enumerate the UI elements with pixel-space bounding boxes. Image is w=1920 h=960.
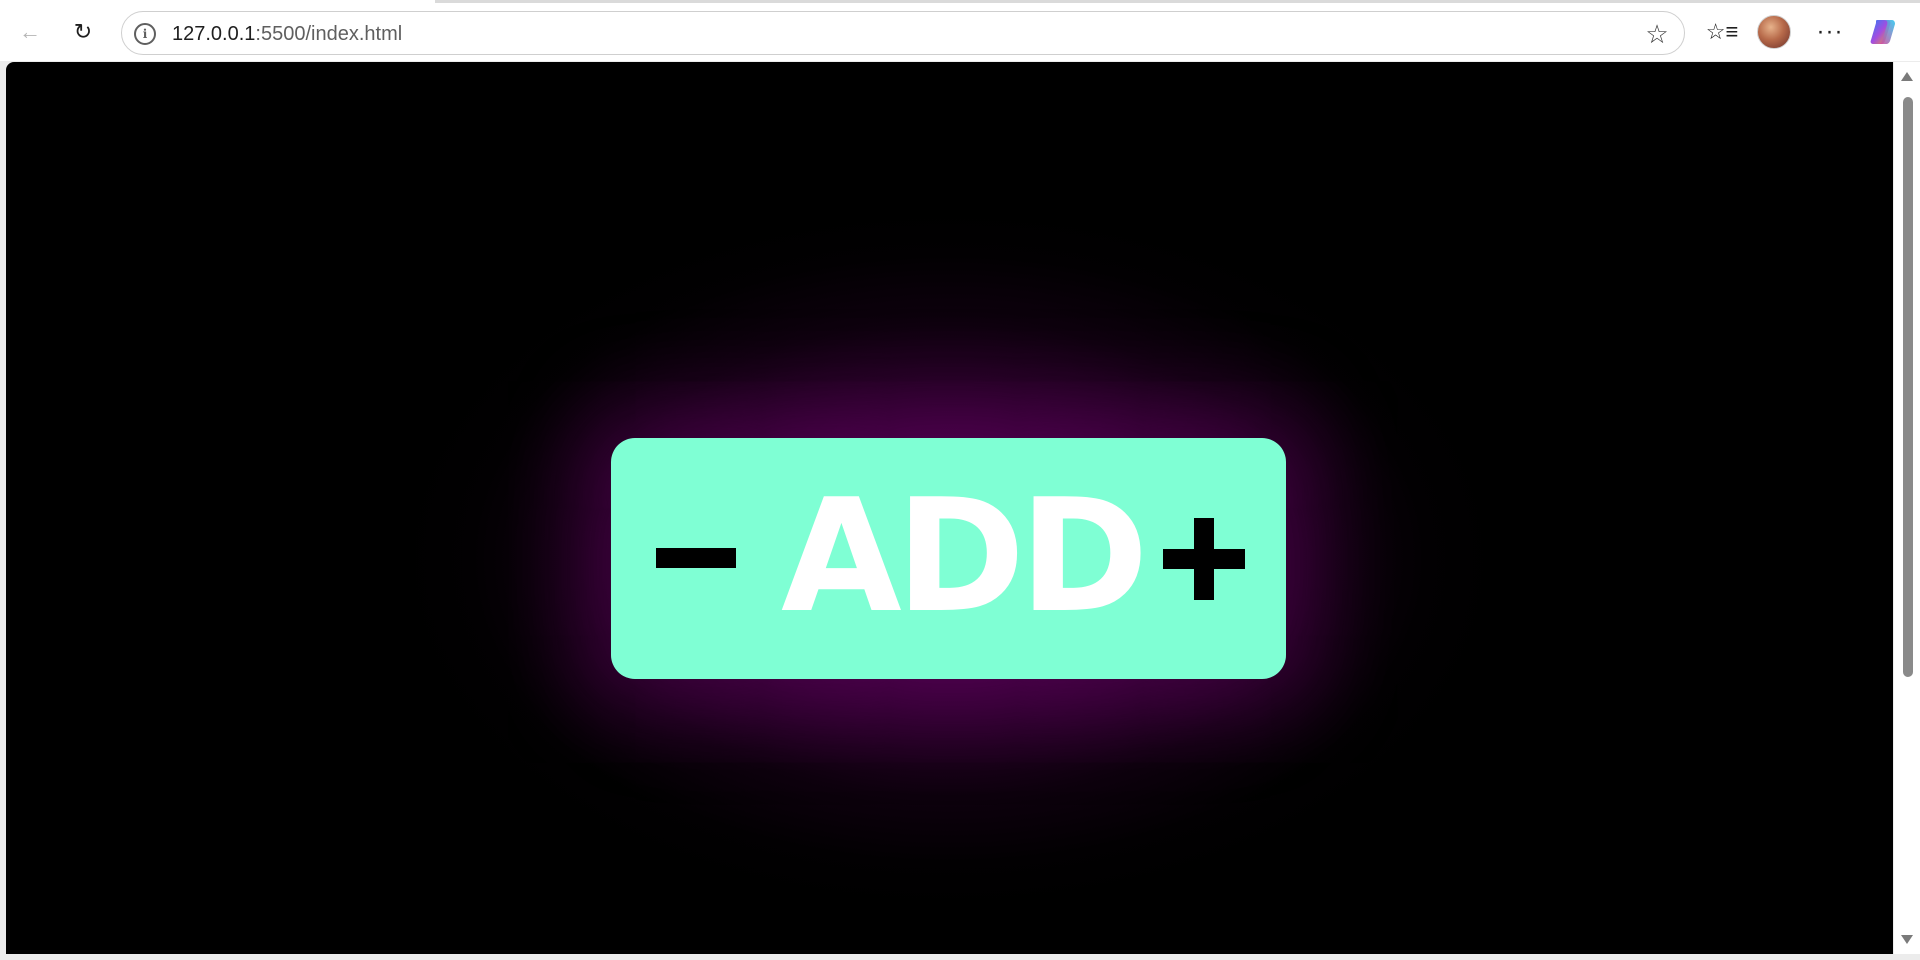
add-counter-widget: ADD: [611, 438, 1286, 679]
add-label[interactable]: ADD: [781, 478, 1149, 634]
copilot-icon[interactable]: [1866, 14, 1902, 50]
page-viewport: ADD: [6, 62, 1893, 954]
favorites-list-icon[interactable]: ☆≡: [1704, 14, 1740, 50]
browser-toolbar: ← ↻ i 127.0.0.1:5500/index.html ☆ ☆≡ ···: [0, 3, 1920, 61]
copilot-logo: [1870, 20, 1895, 44]
reload-icon[interactable]: ↻: [65, 14, 101, 50]
favorite-star-icon[interactable]: ☆: [1642, 19, 1672, 49]
address-bar[interactable]: i 127.0.0.1:5500/index.html ☆: [121, 11, 1685, 55]
scrollbar-thumb[interactable]: [1903, 97, 1913, 677]
profile-avatar[interactable]: [1757, 15, 1791, 49]
minus-icon[interactable]: [656, 548, 736, 568]
window-bottom-edge: [0, 954, 1920, 960]
plus-icon[interactable]: [1163, 518, 1245, 600]
scroll-up-arrow-icon[interactable]: [1901, 72, 1913, 81]
url-host: 127.0.0.1: [172, 23, 256, 45]
url-text[interactable]: 127.0.0.1:5500/index.html: [172, 22, 402, 46]
plus-vertical-bar: [1194, 518, 1214, 600]
ellipsis-menu-icon[interactable]: ···: [1812, 14, 1848, 50]
url-path: :5500/index.html: [255, 23, 403, 45]
scroll-down-arrow-icon[interactable]: [1901, 935, 1913, 944]
site-info-icon[interactable]: i: [134, 23, 156, 45]
back-arrow-icon[interactable]: ←: [12, 14, 48, 50]
vertical-scrollbar[interactable]: [1894, 62, 1920, 954]
